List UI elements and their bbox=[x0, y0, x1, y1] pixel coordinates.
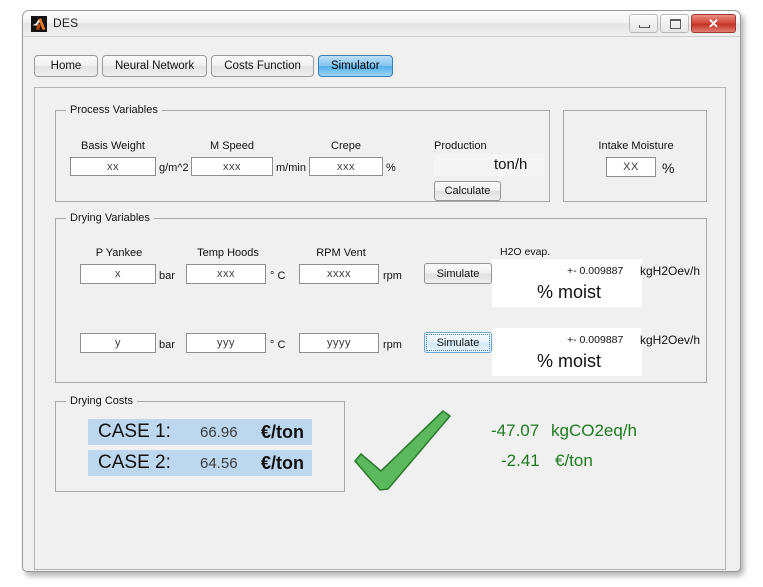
intake-moisture-label: Intake Moisture bbox=[598, 140, 674, 152]
cost-row-case-2: CASE 2: 64.56 €/ton bbox=[88, 450, 312, 476]
rpm-vent-label: RPM Vent bbox=[316, 247, 366, 259]
p-yankee-input-1[interactable]: x bbox=[80, 264, 156, 284]
matlab-icon bbox=[31, 16, 47, 32]
p-yankee-unit-2: bar bbox=[159, 339, 175, 351]
tab-neural-network-label: Neural Network bbox=[115, 60, 195, 72]
tolerance-unit-2: kgH2Oev/h bbox=[640, 333, 701, 347]
m-speed-unit: m/min bbox=[276, 162, 306, 174]
crepe-label: Crepe bbox=[331, 140, 361, 152]
basis-weight-label: Basis Weight bbox=[81, 140, 145, 152]
window-title: DES bbox=[53, 16, 79, 30]
crepe-unit: % bbox=[386, 162, 396, 174]
production-unit: ton/h bbox=[494, 156, 528, 173]
tab-costs-function[interactable]: Costs Function bbox=[211, 55, 314, 77]
maximize-button[interactable] bbox=[660, 14, 689, 33]
green-check-icon bbox=[351, 408, 461, 508]
simulate-button-1[interactable]: Simulate bbox=[424, 263, 492, 284]
minimize-button[interactable] bbox=[629, 14, 658, 33]
screenshot-root: DES ✕ Home Neural Network Costs Function… bbox=[0, 0, 763, 587]
intake-moisture-input[interactable]: XX bbox=[606, 157, 656, 177]
drying-variables-legend: Drying Variables bbox=[66, 212, 154, 224]
cost-row-case-1: CASE 1: 66.96 €/ton bbox=[88, 419, 312, 445]
process-variables-group: Process Variables Basis Weight xx g/m^2 … bbox=[55, 104, 550, 202]
basis-weight-input[interactable]: xx bbox=[70, 157, 156, 176]
intake-moisture-group: Intake Moisture XX % bbox=[563, 110, 707, 202]
production-label: Production bbox=[434, 140, 487, 152]
close-button[interactable]: ✕ bbox=[691, 14, 736, 33]
temp-hoods-unit-2: ° C bbox=[270, 339, 286, 351]
temp-hoods-unit-1: ° C bbox=[270, 270, 286, 282]
calculate-button[interactable]: Calculate bbox=[434, 181, 501, 201]
tolerance-value-1: +- 0.009887 bbox=[567, 265, 624, 277]
drying-costs-legend: Drying Costs bbox=[66, 395, 137, 407]
cost-saving-value: -2.41 bbox=[501, 451, 540, 470]
simulate-button-2-label: Simulate bbox=[436, 336, 480, 349]
case-2-value: 64.56 bbox=[200, 455, 238, 472]
tab-simulator[interactable]: Simulator bbox=[317, 55, 393, 77]
window-controls: ✕ bbox=[627, 14, 736, 33]
calculate-button-label: Calculate bbox=[444, 185, 491, 197]
co2-saving-value: -47.07 bbox=[491, 421, 540, 440]
maximize-icon bbox=[670, 19, 681, 29]
rpm-vent-unit-2: rpm bbox=[383, 339, 402, 351]
process-variables-legend: Process Variables bbox=[66, 104, 162, 116]
tab-simulator-label: Simulator bbox=[330, 60, 380, 72]
case-1-value: 66.96 bbox=[200, 424, 238, 441]
moist-text-2: % moist bbox=[537, 351, 602, 371]
co2-saving-unit: kgCO2eq/h bbox=[551, 421, 637, 440]
case-2-unit: €/ton bbox=[261, 453, 304, 473]
client-area: Home Neural Network Costs Function Simul… bbox=[23, 37, 740, 571]
temp-hoods-input-1[interactable]: xxx bbox=[186, 264, 266, 284]
cost-saving-unit: €/ton bbox=[555, 451, 593, 470]
intake-moisture-unit: % bbox=[662, 160, 675, 176]
application-window: DES ✕ Home Neural Network Costs Function… bbox=[22, 10, 741, 572]
m-speed-label: M Speed bbox=[209, 140, 255, 152]
tab-home-label: Home bbox=[50, 60, 82, 72]
drying-variables-group: Drying Variables P Yankee x bar Temp Hoo… bbox=[55, 212, 707, 383]
rpm-vent-input-2[interactable]: yyyy bbox=[299, 333, 379, 353]
crepe-input[interactable]: xxx bbox=[309, 157, 383, 176]
h2o-evap-label: H2O evap. bbox=[500, 246, 551, 258]
temp-hoods-label: Temp Hoods bbox=[197, 247, 259, 259]
case-2-label: CASE 2: bbox=[98, 452, 171, 473]
simulate-button-2[interactable]: Simulate bbox=[424, 332, 492, 353]
tolerance-unit-1: kgH2Oev/h bbox=[640, 264, 701, 278]
tab-bar: Home Neural Network Costs Function Simul… bbox=[34, 55, 393, 77]
rpm-vent-unit-1: rpm bbox=[383, 270, 402, 282]
m-speed-input[interactable]: xxx bbox=[191, 157, 273, 176]
tolerance-value-2: +- 0.009887 bbox=[567, 334, 624, 346]
p-yankee-label: P Yankee bbox=[95, 247, 143, 259]
moist-text-1: % moist bbox=[537, 282, 602, 302]
simulator-panel: Process Variables Basis Weight xx g/m^2 … bbox=[34, 87, 726, 570]
drying-costs-group: Drying Costs CASE 1: 66.96 €/ton CASE 2:… bbox=[55, 395, 345, 492]
case-1-label: CASE 1: bbox=[98, 421, 171, 442]
tab-home[interactable]: Home bbox=[34, 55, 98, 77]
tab-neural-network[interactable]: Neural Network bbox=[102, 55, 208, 77]
case-1-unit: €/ton bbox=[261, 422, 304, 442]
p-yankee-input-2[interactable]: y bbox=[80, 333, 156, 353]
simulate-button-1-label: Simulate bbox=[436, 267, 480, 280]
tab-costs-function-label: Costs Function bbox=[224, 60, 301, 72]
rpm-vent-input-1[interactable]: xxxx bbox=[299, 264, 379, 284]
p-yankee-unit-1: bar bbox=[159, 270, 175, 282]
title-bar: DES ✕ bbox=[23, 11, 740, 37]
minimize-icon bbox=[639, 25, 650, 28]
close-icon: ✕ bbox=[708, 16, 719, 31]
basis-weight-unit: g/m^2 bbox=[159, 162, 189, 174]
production-value bbox=[434, 154, 544, 176]
temp-hoods-input-2[interactable]: yyy bbox=[186, 333, 266, 353]
